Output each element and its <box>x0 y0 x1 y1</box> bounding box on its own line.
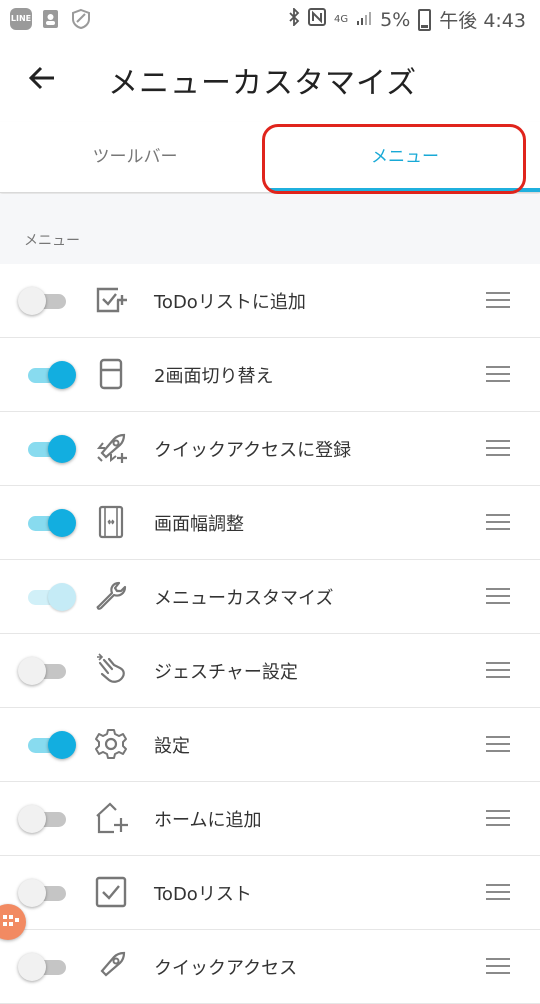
list-item: ジェスチャー設定 <box>0 634 540 708</box>
list-item: 画面幅調整 <box>0 486 540 560</box>
checkbox-icon <box>94 875 128 909</box>
drag-handle-icon[interactable] <box>486 810 510 826</box>
rocket-plus-icon <box>94 431 128 465</box>
toggle-switch[interactable] <box>18 731 76 759</box>
tab-toolbar[interactable]: ツールバー <box>0 122 270 192</box>
back-arrow-icon[interactable] <box>26 62 58 94</box>
section-label: メニュー <box>24 233 80 249</box>
drag-handle-icon[interactable] <box>486 662 510 678</box>
gesture-hand-icon <box>94 653 128 687</box>
menu-item-list: ToDoリストに追加 2画面切り替え クイックアクセスに登録 画面幅調整 メニュ… <box>0 264 540 1004</box>
item-label: 画面幅調整 <box>154 514 244 535</box>
toggle-switch[interactable] <box>18 361 76 389</box>
toggle-switch[interactable] <box>18 805 68 833</box>
line-icon: LINE <box>10 8 32 30</box>
drag-handle-icon[interactable] <box>486 440 510 456</box>
status-bar: LINE 4G 5% 午後 4:43 <box>0 0 540 38</box>
drag-handle-icon[interactable] <box>486 588 510 604</box>
list-item: クイックアクセス <box>0 930 540 1004</box>
shield-icon <box>70 8 92 30</box>
tab-menu[interactable]: メニュー <box>270 122 540 192</box>
drag-handle-icon[interactable] <box>486 958 510 974</box>
nfc-icon <box>308 8 326 31</box>
split-screen-icon <box>94 357 128 391</box>
list-item: ToDoリストに追加 <box>0 264 540 338</box>
bluetooth-icon <box>288 6 300 31</box>
item-label: 設定 <box>154 736 190 757</box>
drag-handle-icon[interactable] <box>486 366 510 382</box>
item-label: クイックアクセスに登録 <box>154 440 352 461</box>
toggle-switch[interactable] <box>18 509 76 537</box>
page-title: メニューカスタマイズ <box>108 66 418 101</box>
signal-icon <box>356 9 372 31</box>
item-label: ジェスチャー設定 <box>154 662 298 683</box>
app-bar: メニューカスタマイズ <box>0 38 540 122</box>
contacts-icon <box>40 8 62 30</box>
drag-handle-icon[interactable] <box>486 736 510 752</box>
checkbox-plus-icon <box>94 283 128 317</box>
network-type: 4G <box>334 13 349 25</box>
item-label: 2画面切り替え <box>154 366 274 387</box>
drag-handle-icon[interactable] <box>486 514 510 530</box>
drag-handle-icon[interactable] <box>486 292 510 308</box>
item-label: メニューカスタマイズ <box>154 588 334 609</box>
home-plus-icon <box>94 801 128 835</box>
item-label: ToDoリストに追加 <box>154 292 306 313</box>
drag-handle-icon[interactable] <box>486 884 510 900</box>
toggle-switch[interactable] <box>18 953 68 981</box>
item-label: クイックアクセス <box>154 958 298 979</box>
list-item: クイックアクセスに登録 <box>0 412 540 486</box>
width-adjust-icon <box>94 505 128 539</box>
wrench-icon <box>94 579 128 613</box>
list-item: ホームに追加 <box>0 782 540 856</box>
toggle-switch[interactable] <box>18 435 76 463</box>
item-label: ToDoリスト <box>154 884 252 905</box>
toggle-switch[interactable] <box>18 657 68 685</box>
item-label: ホームに追加 <box>154 810 262 831</box>
battery-percent: 5% <box>380 8 411 31</box>
list-item: メニューカスタマイズ <box>0 560 540 634</box>
list-item: 2画面切り替え <box>0 338 540 412</box>
clock: 午後 4:43 <box>439 10 526 32</box>
gear-icon <box>94 727 128 761</box>
list-item: ToDoリスト <box>0 856 540 930</box>
list-item: 設定 <box>0 708 540 782</box>
section-header: メニュー <box>0 194 540 265</box>
toggle-switch[interactable] <box>18 583 76 611</box>
toggle-switch[interactable] <box>18 287 68 315</box>
toggle-switch[interactable] <box>18 879 68 907</box>
tab-bar: ツールバー メニュー <box>0 122 540 193</box>
battery-icon <box>418 8 432 31</box>
rocket-icon <box>94 949 128 983</box>
